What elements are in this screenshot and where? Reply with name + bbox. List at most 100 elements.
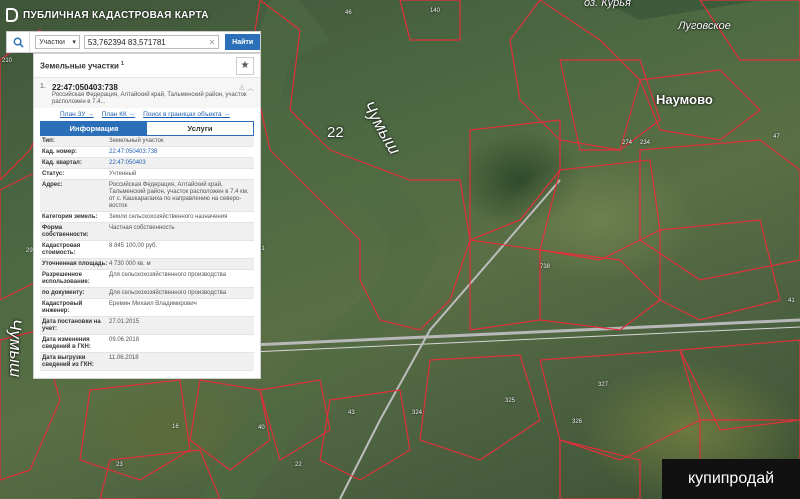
property-row: Кадастровый инженер: Еремин Михаил Владим… bbox=[40, 299, 254, 317]
property-value[interactable]: 22:47:050403 bbox=[109, 160, 254, 167]
plan-zu-link[interactable]: План ЗУ → bbox=[60, 111, 94, 118]
property-key: Статус: bbox=[42, 170, 65, 177]
parcel-num: 274 bbox=[622, 140, 633, 146]
property-key: Тип: bbox=[42, 137, 55, 144]
property-row: Кад. номер: 22:47:050403:738 bbox=[40, 147, 254, 158]
property-row: Категория земель: Земли сельскохозяйствен… bbox=[40, 212, 254, 223]
property-key: Адрес: bbox=[42, 181, 63, 188]
property-value: Учтенный bbox=[109, 170, 137, 177]
parcel-num: 22 bbox=[295, 462, 302, 468]
parcel-num: 324 bbox=[412, 410, 423, 416]
property-key: Дата выгрузки сведений из ГКН: bbox=[42, 354, 94, 368]
info-tabs: Информация Услуги bbox=[40, 121, 254, 136]
parcel-number-label: 22 bbox=[327, 124, 344, 141]
property-value: Земельный участок bbox=[109, 137, 164, 144]
parcel-num: 325 bbox=[505, 398, 516, 404]
result-index: 1. bbox=[40, 83, 46, 90]
search-bar: Участки ▾ 53,762394 83,571781 ✕ Найти bbox=[6, 31, 261, 53]
app-title: ПУБЛИЧНАЯ КАДАСТРОВАЯ КАРТА bbox=[23, 9, 209, 21]
property-row: Адрес: Российская Федерация, Алтайский кр… bbox=[40, 180, 254, 212]
result-cad-number[interactable]: 22:47:050403:738 bbox=[52, 83, 118, 92]
parcel-num: 46 bbox=[345, 10, 352, 16]
property-key: Уточненная площадь: bbox=[42, 260, 108, 267]
find-button[interactable]: Найти bbox=[225, 34, 261, 50]
property-key: Форма собственности: bbox=[42, 224, 89, 238]
parcel-num: 23 bbox=[116, 462, 123, 468]
properties-table: Тип: Земельный участок Кад. номер: 22:47:0… bbox=[40, 136, 254, 371]
property-key: Разрешенное использование: bbox=[42, 271, 90, 285]
parcel-num: 47 bbox=[773, 134, 780, 140]
property-value: 8 845 100,00 руб. bbox=[109, 242, 158, 249]
clear-icon[interactable]: ✕ bbox=[209, 38, 216, 47]
lake-label: оз. Курья bbox=[584, 0, 631, 9]
result-links: План ЗУ → План КК → Поиск в границах объ… bbox=[60, 111, 260, 118]
parcel-num: 16 bbox=[172, 424, 179, 430]
property-row: по документу: Для сельскохозяйственного п… bbox=[40, 288, 254, 299]
plan-kk-link[interactable]: План КК → bbox=[102, 111, 135, 118]
property-value[interactable]: 22:47:050403:738 bbox=[109, 149, 254, 156]
property-value: Частная собственность bbox=[109, 224, 175, 231]
watermark: купипродай bbox=[662, 459, 800, 499]
parcel-num: 327 bbox=[598, 382, 609, 388]
property-key: Кадастровая стоимость: bbox=[42, 242, 81, 256]
result-address: Российская Федерация, Алтайский край, Та… bbox=[52, 92, 247, 105]
property-row: Форма собственности: Частная собственност… bbox=[40, 223, 254, 241]
river-label-left: Чумыш bbox=[6, 318, 26, 378]
property-key: Кад. номер: bbox=[42, 148, 77, 155]
parcel-num: 40 bbox=[258, 425, 265, 431]
property-value: 27.01.2015 bbox=[109, 318, 140, 325]
search-type-select[interactable]: Участки ▾ bbox=[35, 35, 80, 49]
property-value: 09.06.2018 bbox=[109, 336, 140, 343]
property-value: 4 730 000 кв. м bbox=[109, 260, 151, 267]
search-query: 53,762394 83,571781 bbox=[87, 37, 166, 47]
village-label-lugovskoe: Луговское bbox=[678, 20, 731, 32]
result-action-icons: ⚠ ︿ bbox=[239, 83, 254, 93]
parcel-num: 210 bbox=[2, 58, 13, 64]
parcel-num: 43 bbox=[348, 410, 355, 416]
property-row: Кадастровая стоимость: 8 845 100,00 руб. bbox=[40, 241, 254, 259]
search-type-label: Участки bbox=[39, 38, 65, 46]
results-panel: Земельные участки 1 ★ 1. 22:47:050403:73… bbox=[33, 53, 261, 379]
property-key: Кадастровый инженер: bbox=[42, 300, 83, 314]
property-row: Кад. квартал: 22:47:050403 bbox=[40, 158, 254, 169]
search-icon[interactable] bbox=[7, 32, 31, 52]
tab-services[interactable]: Услуги bbox=[147, 122, 253, 135]
warning-icon[interactable]: ⚠ bbox=[239, 85, 245, 92]
panel-title-text: Земельные участки bbox=[40, 61, 119, 71]
panel-header: Земельные участки 1 ★ bbox=[34, 54, 260, 78]
property-value: Российская Федерация, Алтайский край, Та… bbox=[109, 181, 249, 209]
property-row: Дата изменения сведений в ГКН: 09.06.2018 bbox=[40, 335, 254, 353]
property-value: Для сельскохозяйственного производства bbox=[109, 289, 227, 296]
property-value: Еремин Михаил Владимирович bbox=[109, 300, 197, 307]
property-row: Уточненная площадь: 4 730 000 кв. м bbox=[40, 259, 254, 270]
property-key: Дата постановки на учет: bbox=[42, 318, 101, 332]
parcel-num: 738 bbox=[540, 264, 551, 270]
panel-title: Земельные участки 1 bbox=[40, 61, 124, 71]
property-value: Земли сельскохозяйственного назначения bbox=[109, 213, 228, 220]
parcel-num: 140 bbox=[430, 8, 441, 14]
property-row: Статус: Учтенный bbox=[40, 169, 254, 180]
search-input[interactable]: 53,762394 83,571781 ✕ bbox=[83, 35, 220, 49]
search-in-bounds-link[interactable]: Поиск в границах объекта → bbox=[143, 111, 230, 118]
logo-icon[interactable] bbox=[6, 8, 18, 22]
parcel-num: 234 bbox=[640, 140, 651, 146]
property-row: Тип: Земельный участок bbox=[40, 136, 254, 147]
property-key: Категория земель: bbox=[42, 213, 98, 220]
parcel-num: 29 bbox=[26, 248, 33, 254]
chevron-up-icon[interactable]: ︿ bbox=[247, 85, 254, 92]
property-key: Кад. квартал: bbox=[42, 159, 82, 166]
result-item[interactable]: 1. 22:47:050403:738 Российская Федерация… bbox=[34, 78, 260, 108]
property-key: по документу: bbox=[42, 289, 85, 296]
property-value: 11.06.2018 bbox=[109, 354, 139, 361]
app-header: ПУБЛИЧНАЯ КАДАСТРОВАЯ КАРТА bbox=[0, 0, 260, 30]
favorite-star-icon[interactable]: ★ bbox=[236, 56, 254, 75]
parcel-num: 326 bbox=[572, 419, 583, 425]
property-value: Для сельскохозяйственного производства bbox=[109, 271, 227, 278]
property-row: Дата выгрузки сведений из ГКН: 11.06.2018 bbox=[40, 353, 254, 371]
property-row: Дата постановки на учет: 27.01.2015 bbox=[40, 317, 254, 335]
results-count: 1 bbox=[121, 60, 124, 67]
property-row: Разрешенное использование: Для сельскохоз… bbox=[40, 270, 254, 288]
property-key: Дата изменения сведений в ГКН: bbox=[42, 336, 91, 350]
chevron-down-icon: ▾ bbox=[72, 39, 76, 46]
tab-info[interactable]: Информация bbox=[41, 122, 147, 135]
